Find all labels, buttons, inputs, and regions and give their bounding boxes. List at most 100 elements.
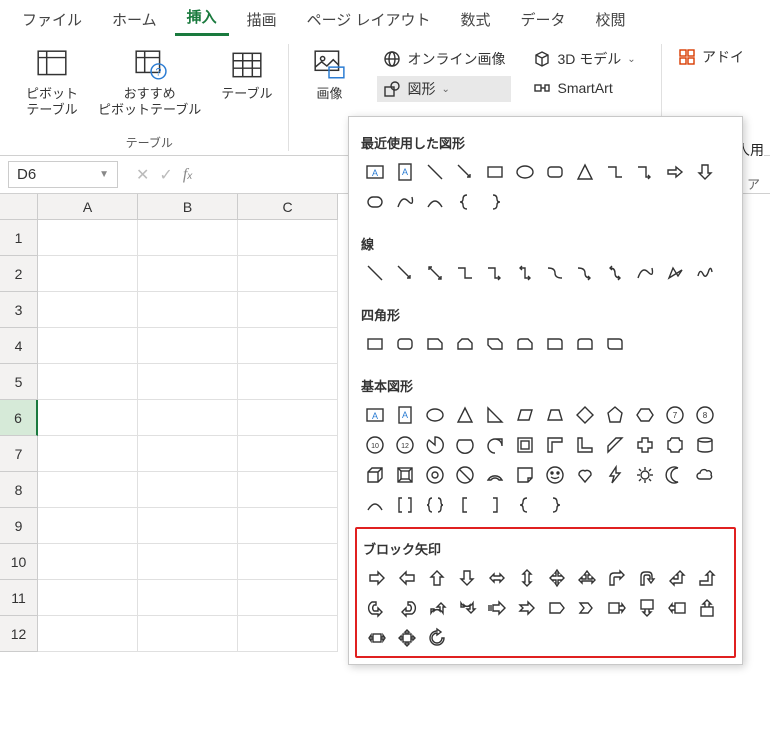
- shape-textbox[interactable]: A: [361, 401, 389, 429]
- shape-left-up-arrow[interactable]: [663, 564, 691, 592]
- cell[interactable]: [38, 400, 138, 436]
- cell[interactable]: [138, 220, 238, 256]
- row-header[interactable]: 7: [0, 436, 38, 472]
- shape-up-down-arrow[interactable]: [513, 564, 541, 592]
- shape-line-arrow[interactable]: [391, 259, 419, 287]
- shape-curve-connector[interactable]: [541, 259, 569, 287]
- shape-pentagon-arrow[interactable]: [543, 594, 571, 622]
- cell[interactable]: [138, 616, 238, 652]
- cell[interactable]: [238, 256, 338, 292]
- shape-elbow-arrow[interactable]: [481, 259, 509, 287]
- shape-triangle[interactable]: [451, 401, 479, 429]
- row-header[interactable]: 3: [0, 292, 38, 328]
- shape-curve[interactable]: [391, 188, 419, 216]
- shape-triangle[interactable]: [571, 158, 599, 186]
- col-header-b[interactable]: B: [138, 194, 238, 220]
- cell[interactable]: [138, 580, 238, 616]
- shape-down-arrow[interactable]: [691, 158, 719, 186]
- table-button[interactable]: テーブル: [215, 44, 278, 121]
- row-header[interactable]: 10: [0, 544, 38, 580]
- row-header[interactable]: 12: [0, 616, 38, 652]
- cell[interactable]: [138, 436, 238, 472]
- cell[interactable]: [38, 292, 138, 328]
- fx-icon[interactable]: fx: [183, 166, 192, 184]
- shape-sun[interactable]: [631, 461, 659, 489]
- shape-chevron[interactable]: [573, 594, 601, 622]
- cell[interactable]: [238, 292, 338, 328]
- shape-quad-arrow[interactable]: [543, 564, 571, 592]
- shape-left-brace[interactable]: [511, 491, 539, 519]
- row-header[interactable]: 2: [0, 256, 38, 292]
- cell[interactable]: [38, 256, 138, 292]
- shape-left-bracket[interactable]: [451, 491, 479, 519]
- shape-smiley[interactable]: [541, 461, 569, 489]
- shape-pentagon[interactable]: [601, 401, 629, 429]
- shape-quad-callout[interactable]: [393, 624, 421, 652]
- shape-round-diag[interactable]: [601, 330, 629, 358]
- cell[interactable]: [138, 400, 238, 436]
- shape-frame[interactable]: [511, 431, 539, 459]
- tab-home[interactable]: ホーム: [100, 3, 169, 36]
- shape-heart[interactable]: [571, 461, 599, 489]
- cell[interactable]: [38, 436, 138, 472]
- shape-oval[interactable]: [421, 401, 449, 429]
- shape-l-arrow-connector[interactable]: [631, 158, 659, 186]
- cell[interactable]: [238, 544, 338, 580]
- shape-textbox-v[interactable]: A: [391, 401, 419, 429]
- shapes-button[interactable]: 図形 ⌄: [377, 76, 511, 102]
- cell[interactable]: [238, 328, 338, 364]
- confirm-formula-icon[interactable]: ✓: [159, 165, 172, 185]
- shape-octagon[interactable]: 8: [691, 401, 719, 429]
- shape-pie[interactable]: [421, 431, 449, 459]
- shape-snip-round[interactable]: [511, 330, 539, 358]
- shape-chord[interactable]: [451, 431, 479, 459]
- shape-double-bracket[interactable]: [391, 491, 419, 519]
- shape-double-brace[interactable]: [421, 491, 449, 519]
- name-box-dropdown-icon[interactable]: ▼: [99, 169, 109, 180]
- cell[interactable]: [38, 220, 138, 256]
- name-box[interactable]: D6 ▼: [8, 161, 118, 188]
- shape-left-right-callout[interactable]: [363, 624, 391, 652]
- shape-plaque[interactable]: [661, 431, 689, 459]
- images-button[interactable]: 画像: [299, 44, 359, 106]
- shape-left-brace[interactable]: [451, 188, 479, 216]
- shape-l-shape[interactable]: [571, 431, 599, 459]
- shape-curved-left-arrow[interactable]: [393, 594, 421, 622]
- shape-rectangle[interactable]: [481, 158, 509, 186]
- shape-freeform-curve[interactable]: [631, 259, 659, 287]
- tab-data[interactable]: データ: [509, 3, 578, 36]
- shape-arc[interactable]: [361, 491, 389, 519]
- shape-up-arrow[interactable]: [423, 564, 451, 592]
- shape-line[interactable]: [361, 259, 389, 287]
- shape-u-turn-arrow[interactable]: [633, 564, 661, 592]
- select-all-corner[interactable]: [0, 194, 38, 220]
- cell[interactable]: [238, 616, 338, 652]
- shape-diamond[interactable]: [571, 401, 599, 429]
- shape-dodecagon[interactable]: 12: [391, 431, 419, 459]
- shape-line[interactable]: [421, 158, 449, 186]
- shape-bevel[interactable]: [391, 461, 419, 489]
- shape-curved-up-arrow[interactable]: [423, 594, 451, 622]
- tab-draw[interactable]: 描画: [235, 3, 289, 36]
- shape-cloud[interactable]: [691, 461, 719, 489]
- shape-circular-arrow[interactable]: [423, 624, 451, 652]
- shape-round-same[interactable]: [571, 330, 599, 358]
- shape-parallelogram[interactable]: [511, 401, 539, 429]
- cell[interactable]: [138, 292, 238, 328]
- shape-right-callout[interactable]: [603, 594, 631, 622]
- shape-flowchart-rect[interactable]: [361, 188, 389, 216]
- recommended-pivot-button[interactable]: ? おすすめ ピボットテーブル: [92, 44, 207, 121]
- row-header[interactable]: 4: [0, 328, 38, 364]
- shape-teardrop[interactable]: [481, 431, 509, 459]
- cell[interactable]: [138, 328, 238, 364]
- shape-right-arrow[interactable]: [661, 158, 689, 186]
- cell[interactable]: [138, 508, 238, 544]
- cell[interactable]: [38, 580, 138, 616]
- cell[interactable]: [238, 472, 338, 508]
- row-header[interactable]: 6: [0, 400, 38, 436]
- shape-curve-double[interactable]: [601, 259, 629, 287]
- shape-line-double-arrow[interactable]: [421, 259, 449, 287]
- shape-striped-right[interactable]: [483, 594, 511, 622]
- shape-elbow-double[interactable]: [511, 259, 539, 287]
- shape-textbox-h[interactable]: A: [361, 158, 389, 186]
